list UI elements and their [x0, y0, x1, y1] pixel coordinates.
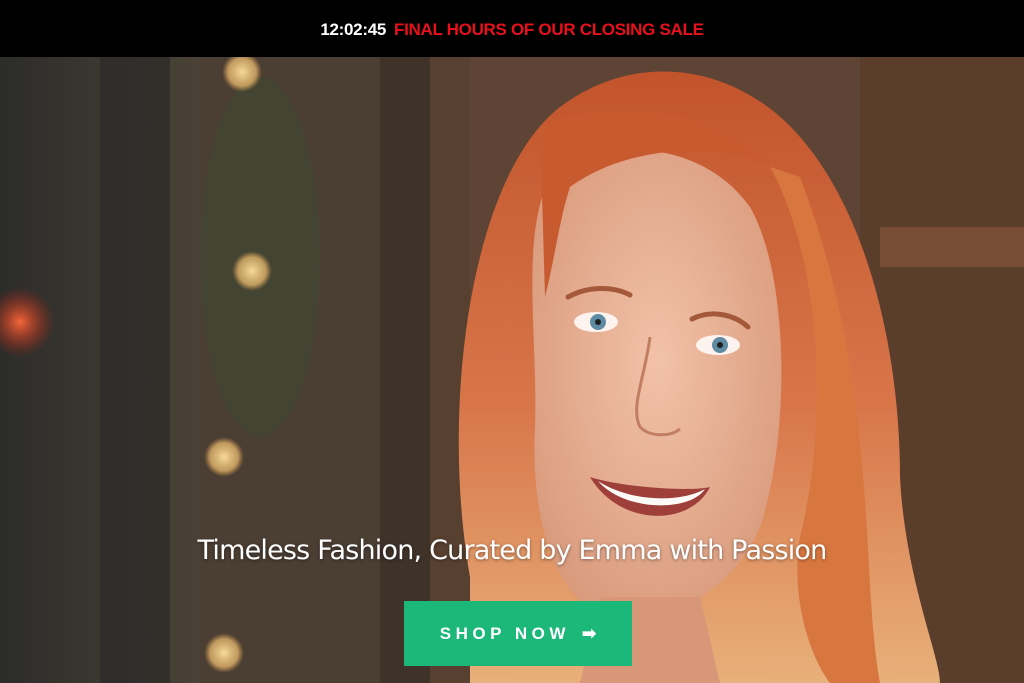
shop-now-button[interactable]: SHOP NOW ➡ [404, 601, 632, 666]
sale-message: FINAL HOURS OF OUR CLOSING SALE [394, 19, 704, 39]
announcement-bar: 12:02:45 FINAL HOURS OF OUR CLOSING SALE [0, 0, 1024, 57]
hero-banner: Timeless Fashion, Curated by Emma with P… [0, 57, 1024, 683]
hero-photo [0, 57, 1024, 683]
shop-now-label: SHOP NOW [439, 623, 570, 643]
countdown-timer: 12:02:45 [320, 19, 387, 39]
hero-tagline: Timeless Fashion, Curated by Emma with P… [197, 535, 828, 566]
arrow-right-icon: ➡ [581, 623, 597, 643]
